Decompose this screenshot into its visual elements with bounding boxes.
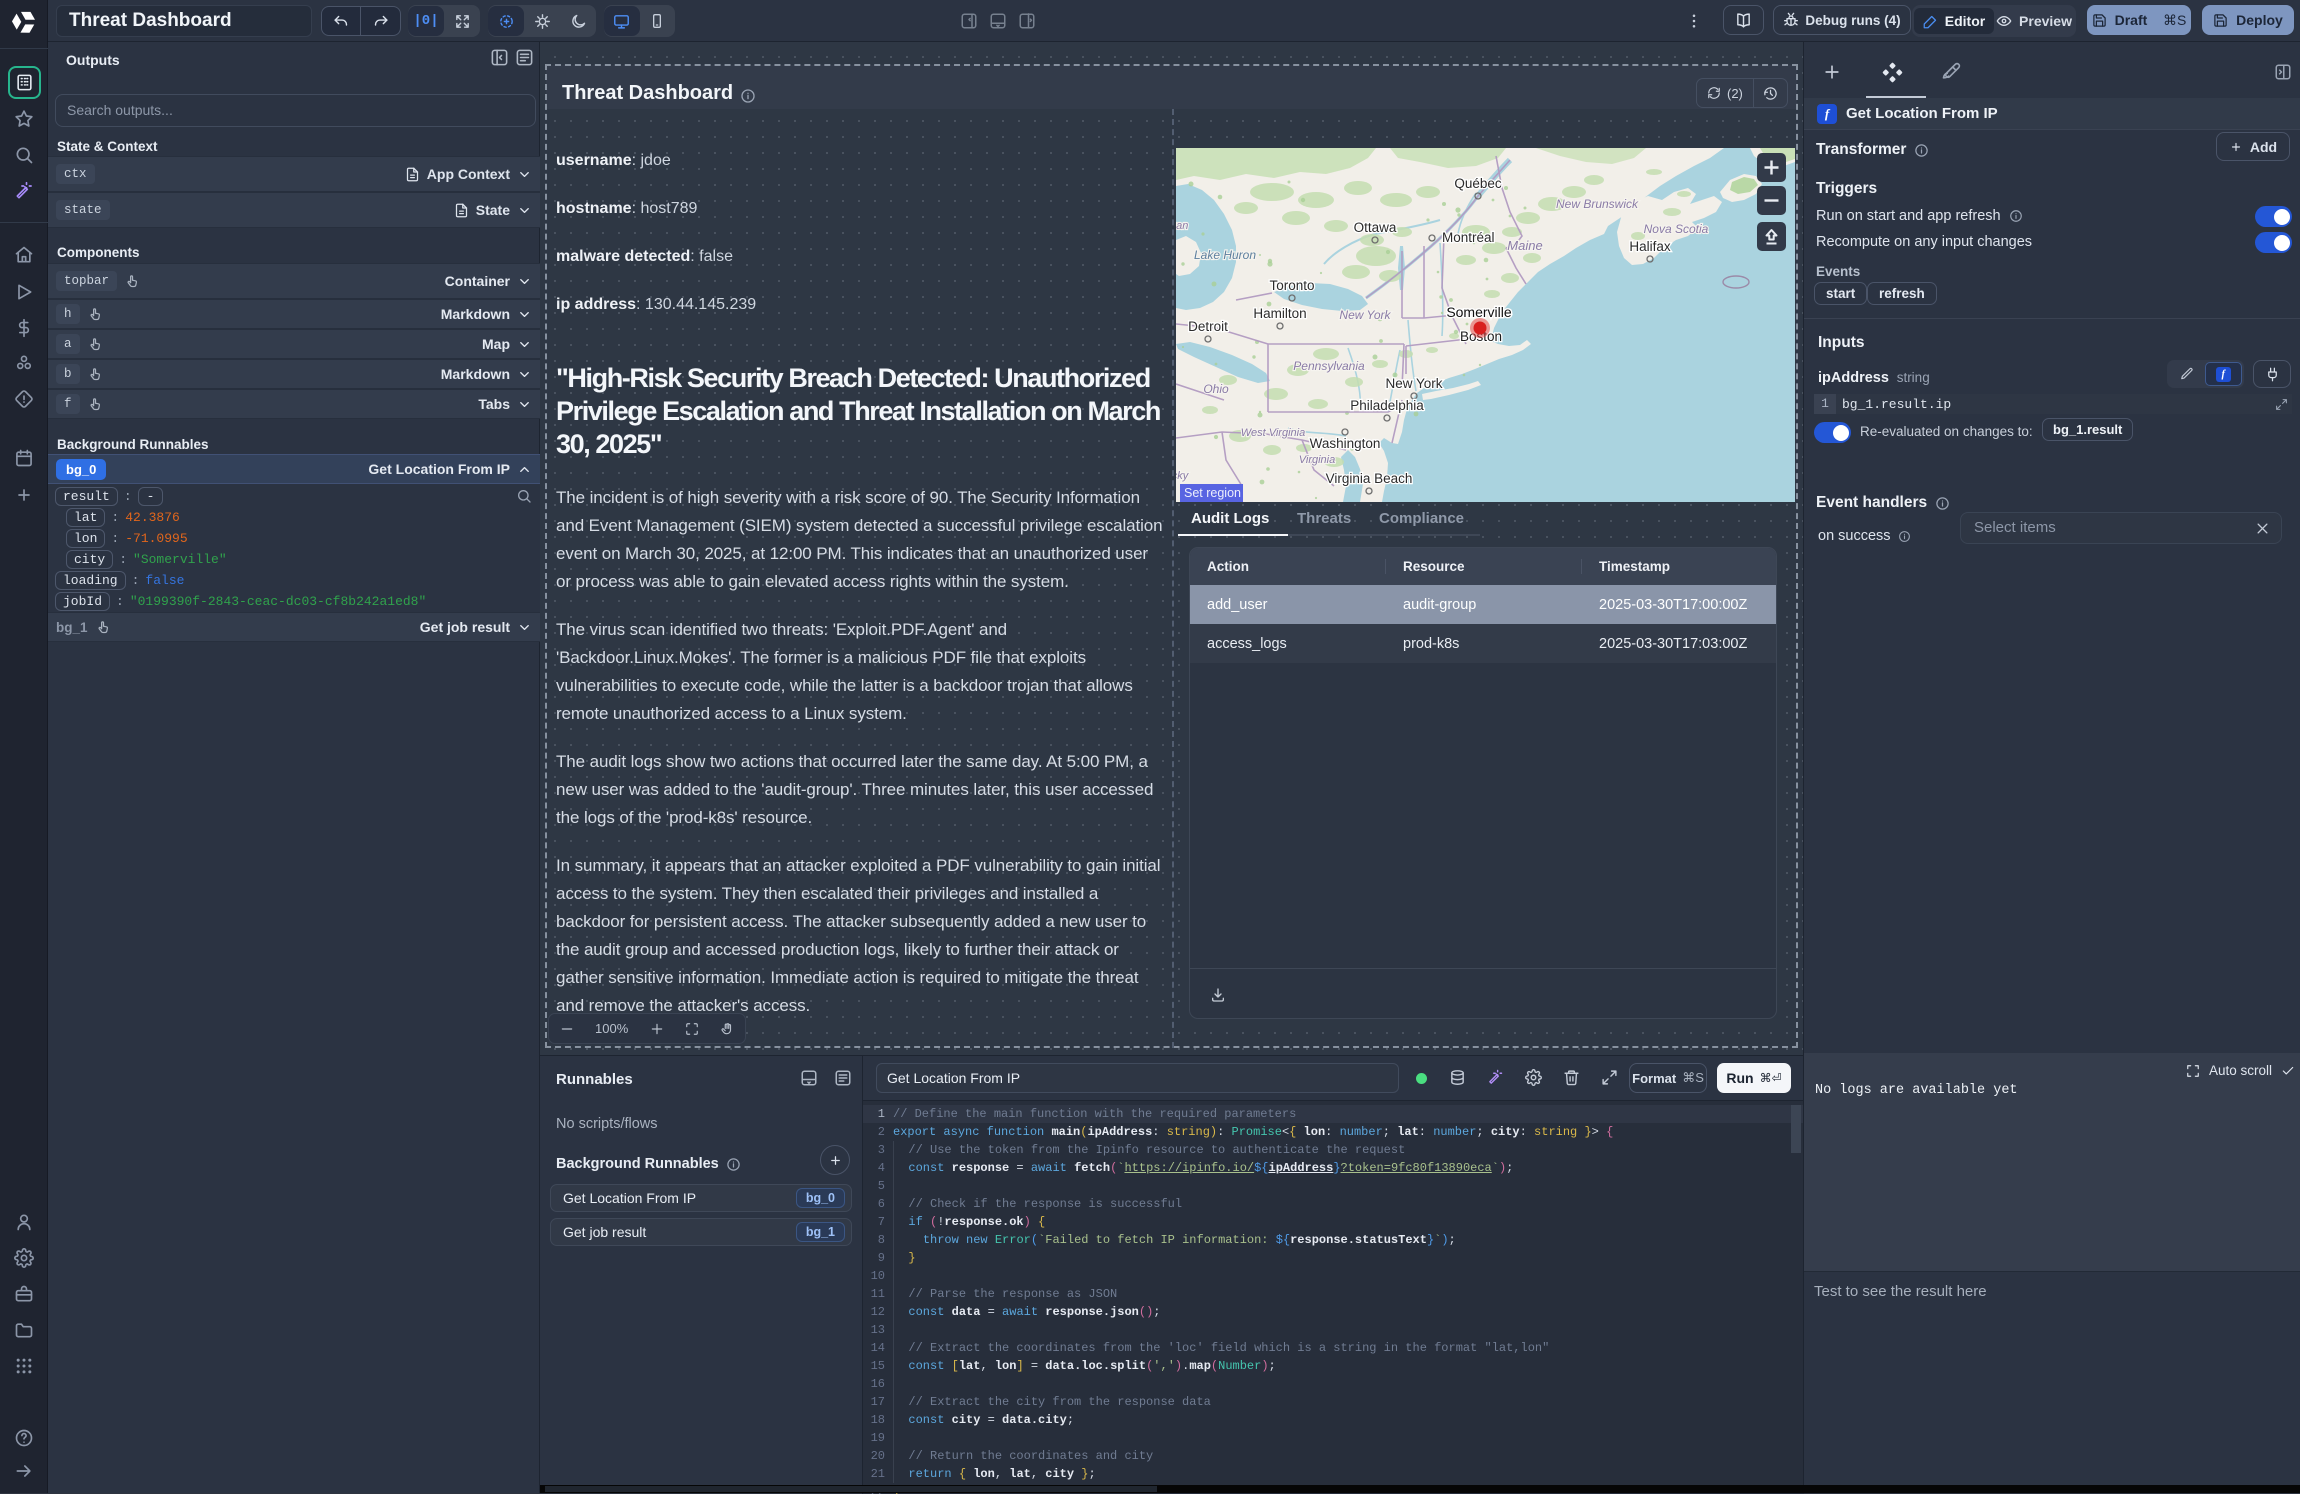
- svg-text:West Virginia: West Virginia: [1241, 427, 1305, 439]
- svg-text:Ottawa: Ottawa: [1354, 220, 1397, 235]
- svg-text:New York: New York: [1385, 376, 1442, 391]
- svg-text:Pennsylvania: Pennsylvania: [1293, 359, 1365, 373]
- svg-text:Montréal: Montréal: [1442, 230, 1495, 245]
- svg-text:igan: igan: [1176, 220, 1188, 232]
- svg-text:Lake Huron: Lake Huron: [1194, 248, 1256, 262]
- svg-text:cky: cky: [1176, 470, 1190, 482]
- svg-text:Detroit: Detroit: [1188, 319, 1228, 334]
- svg-text:Ohio: Ohio: [1203, 382, 1229, 396]
- svg-text:Maine: Maine: [1507, 238, 1542, 253]
- svg-text:Washington: Washington: [1310, 436, 1381, 451]
- svg-text:Nova Scotia: Nova Scotia: [1644, 222, 1709, 236]
- svg-text:Québec: Québec: [1454, 176, 1502, 191]
- svg-text:Virginia Beach: Virginia Beach: [1326, 471, 1413, 486]
- svg-text:Halifax: Halifax: [1629, 239, 1671, 254]
- svg-text:Toronto: Toronto: [1269, 278, 1314, 293]
- svg-text:Set region: Set region: [1184, 486, 1241, 500]
- svg-text:Virginia: Virginia: [1299, 454, 1336, 466]
- svg-text:New York: New York: [1339, 308, 1391, 322]
- svg-text:Somerville: Somerville: [1446, 304, 1512, 320]
- svg-text:New Brunswick: New Brunswick: [1556, 197, 1639, 211]
- svg-text:Philadelphia: Philadelphia: [1350, 398, 1424, 413]
- svg-text:Hamilton: Hamilton: [1253, 306, 1306, 321]
